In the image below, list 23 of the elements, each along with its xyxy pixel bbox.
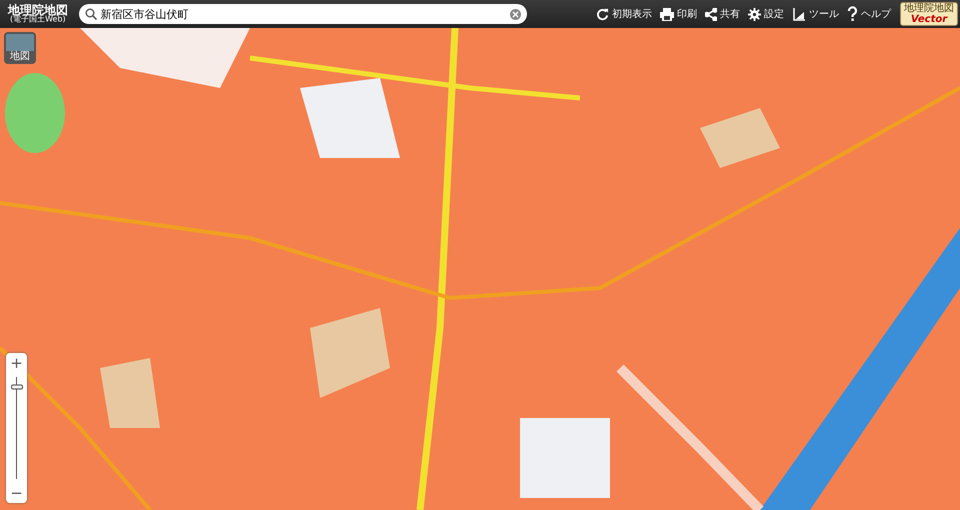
zoom-slider[interactable] (10, 377, 22, 479)
gear-icon (748, 8, 761, 20)
app-subtitle: (電子国土Web) (10, 16, 66, 24)
toolbar-button[interactable]: 共有 (702, 7, 743, 21)
toolbar-button[interactable]: ツール (789, 7, 842, 21)
zoom-in-button[interactable]: + (6, 353, 27, 373)
slider-handle[interactable] (10, 384, 22, 390)
zoom-out-button[interactable]: − (6, 483, 27, 503)
toolbar-button[interactable]: 設定 (745, 7, 787, 21)
reload-icon (596, 8, 609, 20)
printer-icon (660, 8, 674, 20)
help-icon (847, 6, 858, 22)
app-title: 地理院地図 (8, 4, 68, 16)
clear-icon[interactable] (510, 8, 521, 20)
toolbar-button[interactable]: 初期表示 (593, 7, 655, 21)
layer-button[interactable]: 地図 (4, 32, 36, 64)
share-icon (705, 8, 717, 20)
ruler-icon (792, 7, 806, 21)
toolbar-button[interactable]: 印刷 (657, 7, 700, 21)
vector-logo[interactable]: 地理院地図 Vector (900, 2, 958, 26)
search-icon (84, 8, 97, 20)
search-field[interactable]: 新宿区市谷山伏町 (78, 4, 527, 24)
toolbar-button[interactable]: ヘルプ (844, 6, 894, 22)
